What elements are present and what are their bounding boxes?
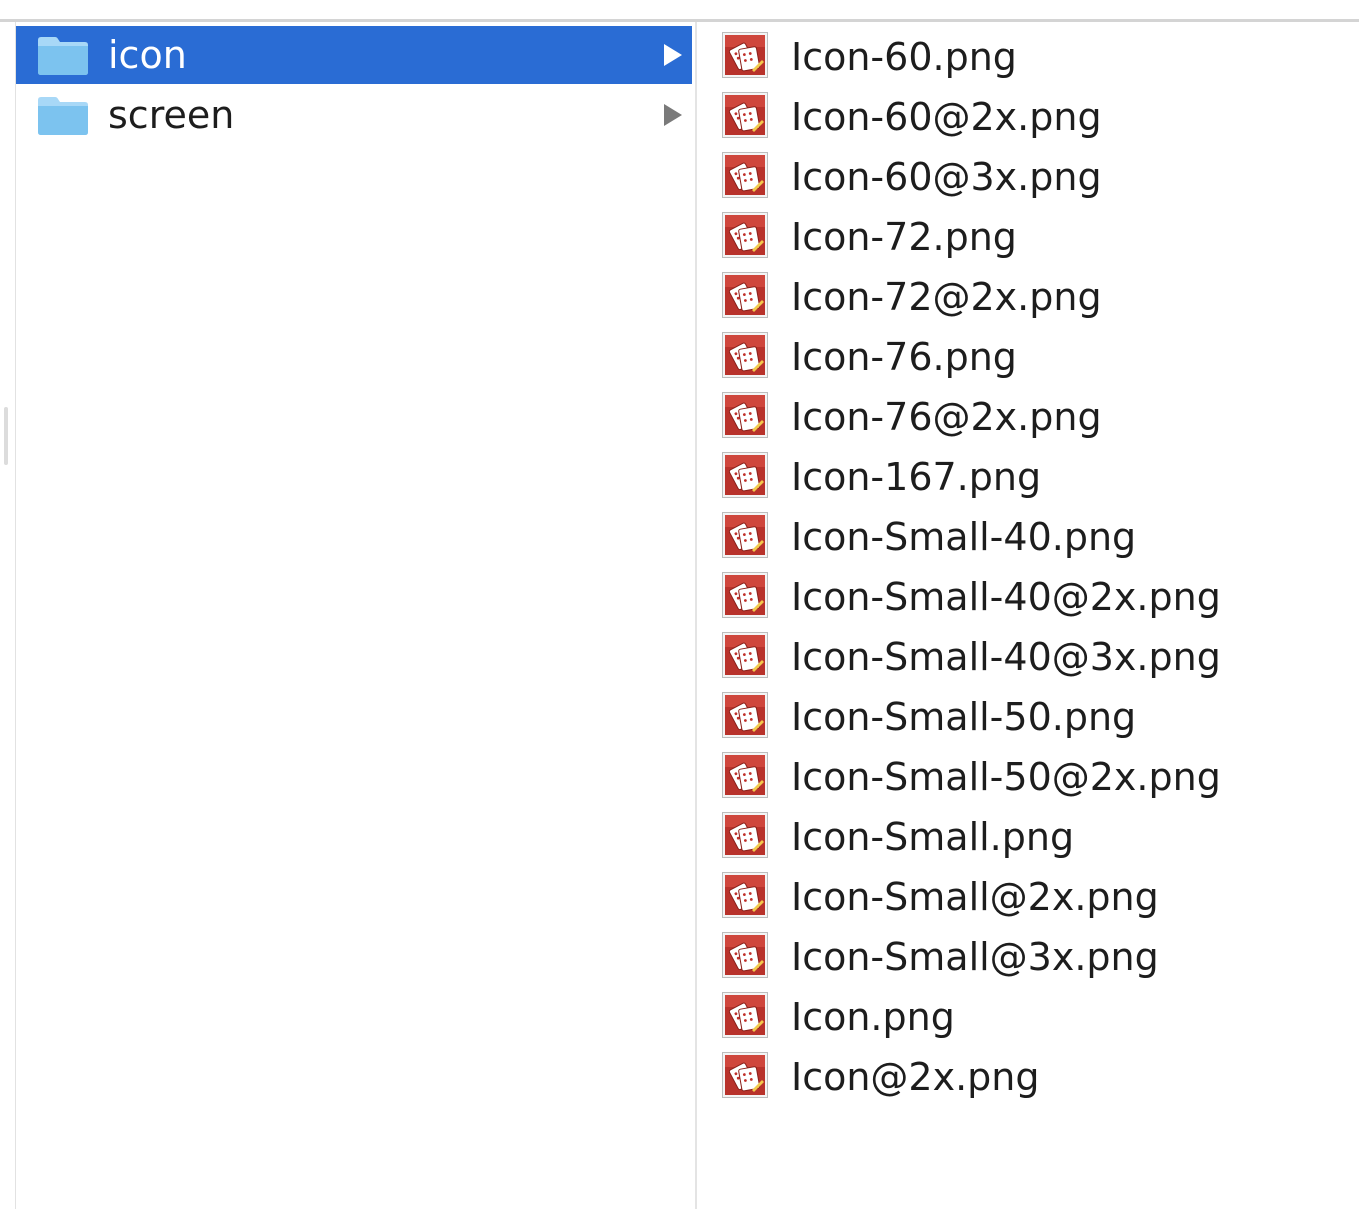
resize-handle[interactable] (4, 407, 8, 465)
folder-label: screen (108, 93, 235, 137)
file-label: Icon-60@2x.png (791, 95, 1102, 139)
file-label: Icon-72@2x.png (791, 275, 1102, 319)
file-label: Icon-Small.png (791, 815, 1075, 859)
png-image-icon (722, 632, 768, 678)
file-row[interactable]: Icon.png (697, 986, 1357, 1046)
folder-row-icon[interactable]: icon (16, 26, 692, 84)
file-label: Icon-76.png (791, 335, 1017, 379)
file-label: Icon-Small-50@2x.png (791, 755, 1221, 799)
chevron-right-icon[interactable] (664, 104, 682, 126)
png-image-icon (722, 92, 768, 138)
folder-column: icon screen (16, 22, 696, 1209)
file-label: Icon-Small@3x.png (791, 935, 1159, 979)
png-image-icon (722, 512, 768, 558)
file-row[interactable]: Icon-72.png (697, 206, 1357, 266)
png-image-icon (722, 152, 768, 198)
file-label: Icon@2x.png (791, 1055, 1040, 1099)
file-row[interactable]: Icon-76@2x.png (697, 386, 1357, 446)
png-image-icon (722, 692, 768, 738)
file-row[interactable]: Icon-Small@2x.png (697, 866, 1357, 926)
file-row[interactable]: Icon-Small-40@3x.png (697, 626, 1357, 686)
png-image-icon (722, 452, 768, 498)
png-image-icon (722, 332, 768, 378)
png-image-icon (722, 392, 768, 438)
file-row[interactable]: Icon-60@3x.png (697, 146, 1357, 206)
png-image-icon (722, 992, 768, 1038)
folder-icon (38, 97, 88, 135)
png-image-icon (722, 32, 768, 78)
file-label: Icon-Small@2x.png (791, 875, 1159, 919)
folder-row-screen[interactable]: screen (16, 86, 692, 144)
file-row[interactable]: Icon@2x.png (697, 1046, 1357, 1106)
file-label: Icon-76@2x.png (791, 395, 1102, 439)
file-label: Icon-60@3x.png (791, 155, 1102, 199)
file-label: Icon-Small-50.png (791, 695, 1137, 739)
left-edge-pane (0, 22, 16, 1209)
file-row[interactable]: Icon-Small.png (697, 806, 1357, 866)
file-label: Icon-167.png (791, 455, 1042, 499)
file-label: Icon-Small-40@3x.png (791, 635, 1221, 679)
png-image-icon (722, 572, 768, 618)
file-row[interactable]: Icon-60.png (697, 26, 1357, 86)
file-row[interactable]: Icon-72@2x.png (697, 266, 1357, 326)
png-image-icon (722, 872, 768, 918)
file-label: Icon-Small-40@2x.png (791, 575, 1221, 619)
file-row[interactable]: Icon-Small-50.png (697, 686, 1357, 746)
png-image-icon (722, 932, 768, 978)
file-row[interactable]: Icon-Small-50@2x.png (697, 746, 1357, 806)
png-image-icon (722, 812, 768, 858)
file-label: Icon-Small-40.png (791, 515, 1137, 559)
file-row[interactable]: Icon-Small-40@2x.png (697, 566, 1357, 626)
folder-label: icon (108, 33, 187, 77)
png-image-icon (722, 752, 768, 798)
png-image-icon (722, 1052, 768, 1098)
file-column: Icon-60.png Icon-60@2x.png Icon-60@3x.png I… (697, 22, 1359, 1209)
file-row[interactable]: Icon-Small-40.png (697, 506, 1357, 566)
column-view-top-border (0, 0, 1359, 22)
file-label: Icon-72.png (791, 215, 1017, 259)
file-row[interactable]: Icon-60@2x.png (697, 86, 1357, 146)
file-label: Icon-60.png (791, 35, 1017, 79)
file-row[interactable]: Icon-Small@3x.png (697, 926, 1357, 986)
png-image-icon (722, 212, 768, 258)
file-row[interactable]: Icon-167.png (697, 446, 1357, 506)
folder-icon (38, 37, 88, 75)
file-label: Icon.png (791, 995, 955, 1039)
chevron-right-icon[interactable] (664, 44, 682, 66)
file-row[interactable]: Icon-76.png (697, 326, 1357, 386)
png-image-icon (722, 272, 768, 318)
